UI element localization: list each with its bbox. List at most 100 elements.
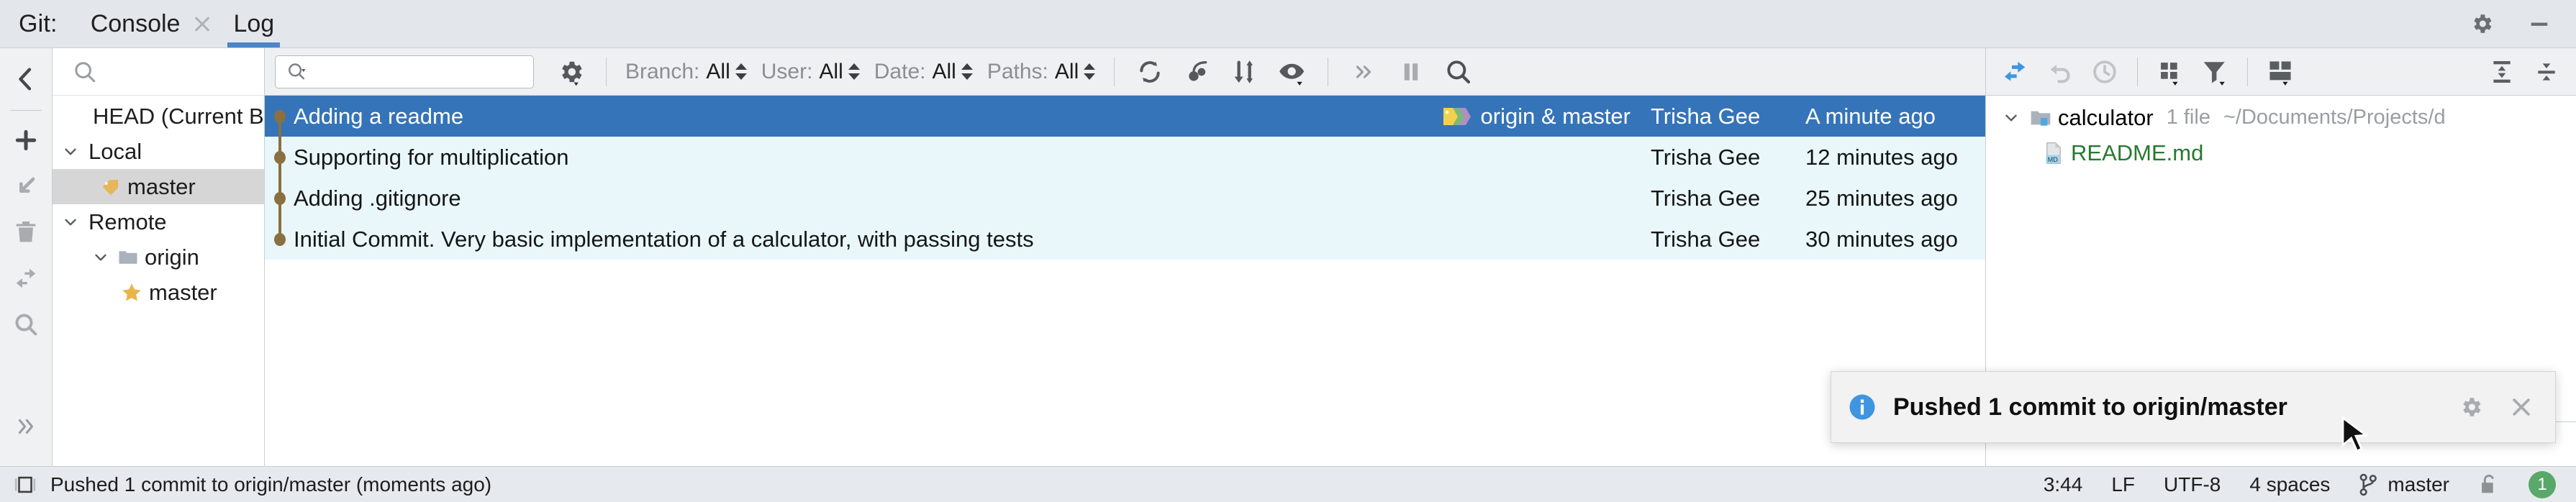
filter-user-value: All	[819, 59, 843, 83]
commit-author: Trisha Gee	[1651, 226, 1761, 252]
cherry-pick-icon[interactable]	[1175, 52, 1220, 92]
status-encoding[interactable]: UTF-8	[2164, 473, 2221, 496]
status-bar: Pushed 1 commit to origin/master (moment…	[0, 466, 2576, 502]
tree-item-remote[interactable]: Remote	[53, 204, 264, 239]
tree-item-head[interactable]: HEAD (Current Branch)	[53, 99, 264, 134]
merge-icon[interactable]	[5, 257, 47, 299]
add-icon[interactable]	[5, 119, 47, 161]
tree-item-local-master[interactable]: master	[53, 169, 264, 204]
graph-node	[274, 110, 286, 123]
status-line-column[interactable]: 3:44	[2044, 473, 2083, 496]
tab-console[interactable]: Console	[81, 0, 224, 47]
commit-author: Trisha Gee	[1651, 185, 1761, 211]
pause-icon[interactable]	[1389, 52, 1433, 92]
chevron-down-icon[interactable]	[1999, 109, 2023, 127]
branch-search-input[interactable]	[107, 58, 244, 85]
gear-icon[interactable]	[2470, 12, 2494, 36]
group-by-icon[interactable]	[2148, 52, 2192, 92]
chevron-updown-icon[interactable]	[848, 63, 860, 80]
filter-date[interactable]: Date: All	[869, 60, 979, 84]
commit-refs: origin & master	[1441, 104, 1631, 129]
tree-item-origin-master[interactable]: master	[53, 275, 264, 310]
log-text-filter[interactable]	[275, 55, 534, 88]
tab-log-label: Log	[233, 9, 275, 37]
search-icon[interactable]	[5, 304, 47, 345]
graph-node	[274, 233, 286, 246]
favorite-star-icon	[120, 281, 143, 304]
tree-item-label: HEAD (Current Branch)	[93, 103, 264, 129]
branch-tree: HEAD (Current Branch) Local master	[53, 96, 264, 466]
checkout-icon[interactable]	[5, 165, 47, 207]
tool-window-controls	[2470, 12, 2576, 36]
tool-window-title: Git:	[19, 9, 58, 37]
notification-actions	[2459, 395, 2539, 419]
commit-subject: Initial Commit. Very basic implementatio…	[294, 226, 1034, 252]
chevron-down-icon[interactable]	[58, 213, 83, 232]
tab-console-label: Console	[90, 9, 181, 37]
table-row[interactable]: Adding .gitignore Trisha Gee 25 minutes …	[265, 178, 1985, 219]
apply-changes-icon[interactable]	[1993, 52, 2038, 92]
filter-branch-value: All	[706, 59, 730, 83]
minimize-icon[interactable]	[2527, 12, 2552, 36]
search-icon[interactable]	[1436, 52, 1481, 92]
tree-item-origin[interactable]: origin	[53, 239, 264, 275]
status-bar-left: Pushed 1 commit to origin/master (moment…	[13, 473, 491, 497]
layout-icon[interactable]	[2258, 52, 2303, 92]
chevron-updown-icon[interactable]	[1084, 63, 1096, 80]
history-icon[interactable]	[2082, 52, 2127, 92]
branch-search-row[interactable]	[53, 48, 264, 96]
delete-icon[interactable]	[5, 211, 47, 253]
search-dropdown-icon[interactable]	[286, 60, 310, 84]
intelli-sort-icon[interactable]	[1223, 52, 1267, 92]
status-bar-right: 3:44 LF UTF-8 4 spaces master 1	[2044, 470, 2563, 498]
gear-dropdown-icon[interactable]	[548, 52, 593, 92]
unlocked-icon[interactable]	[2478, 473, 2500, 497]
table-row[interactable]: Adding a readme origin & master Trisha G…	[265, 96, 1985, 137]
gear-icon[interactable]	[2459, 395, 2483, 419]
filter-paths[interactable]: Paths: All	[981, 60, 1101, 84]
tab-log[interactable]: Log	[223, 0, 284, 47]
memory-indicator-icon[interactable]	[13, 473, 37, 497]
table-row[interactable]: Supporting for multiplication Trisha Gee…	[265, 137, 1985, 178]
commit-date: A minute ago	[1805, 103, 1936, 129]
chevron-down-icon[interactable]	[58, 142, 83, 161]
status-line-separator[interactable]: LF	[2111, 473, 2135, 496]
table-row[interactable]: Initial Commit. Very basic implementatio…	[265, 219, 1985, 260]
chevron-updown-icon[interactable]	[735, 63, 747, 80]
log-text-filter-input[interactable]	[317, 59, 512, 84]
tree-item-label: Remote	[89, 209, 167, 234]
collapse-all-icon[interactable]	[2524, 52, 2569, 92]
filter-icon[interactable]	[2192, 52, 2237, 92]
status-indent[interactable]: 4 spaces	[2249, 473, 2330, 496]
collapse-left-icon[interactable]	[5, 58, 47, 100]
expand-all-icon[interactable]	[2480, 52, 2524, 92]
branch-labels-icon	[1441, 106, 1472, 127]
show-details-icon[interactable]	[1270, 52, 1315, 92]
refresh-icon[interactable]	[1128, 52, 1172, 92]
file-tree-node-root[interactable]: calculator 1 file ~/Documents/Projects/d	[1986, 100, 2576, 135]
tree-item-local[interactable]: Local	[53, 134, 264, 169]
folder-icon	[117, 247, 139, 268]
file-tree-node-readme[interactable]: MD README.md	[1986, 135, 2576, 170]
chevron-down-icon[interactable]	[89, 248, 113, 267]
filter-user[interactable]: User: All	[756, 60, 866, 84]
close-icon[interactable]	[2509, 395, 2534, 419]
tab-active-indicator	[227, 42, 281, 47]
commit-date: 30 minutes ago	[1805, 226, 1958, 252]
git-log-center: Branch: All User: All Date: All Paths: A	[265, 48, 1986, 466]
commit-graph-cell	[265, 137, 294, 178]
commit-table[interactable]: Adding a readme origin & master Trisha G…	[265, 96, 1985, 466]
tree-item-label: master	[127, 173, 196, 199]
filter-branch-label: Branch:	[625, 59, 700, 83]
notification-balloon[interactable]: Pushed 1 commit to origin/master	[1831, 371, 2556, 443]
filter-branch[interactable]: Branch: All	[620, 60, 753, 84]
commit-graph-cell	[265, 178, 294, 219]
status-branch-widget[interactable]: master	[2359, 473, 2449, 496]
revert-icon[interactable]	[2038, 52, 2082, 92]
expand-more-icon[interactable]	[5, 406, 47, 447]
chevron-updown-icon[interactable]	[961, 63, 973, 80]
branch-filter-panel: HEAD (Current Branch) Local master	[53, 48, 265, 466]
notification-count-badge[interactable]: 1	[2529, 470, 2556, 498]
more-actions-icon[interactable]	[1341, 52, 1386, 92]
close-icon[interactable]	[191, 13, 213, 35]
